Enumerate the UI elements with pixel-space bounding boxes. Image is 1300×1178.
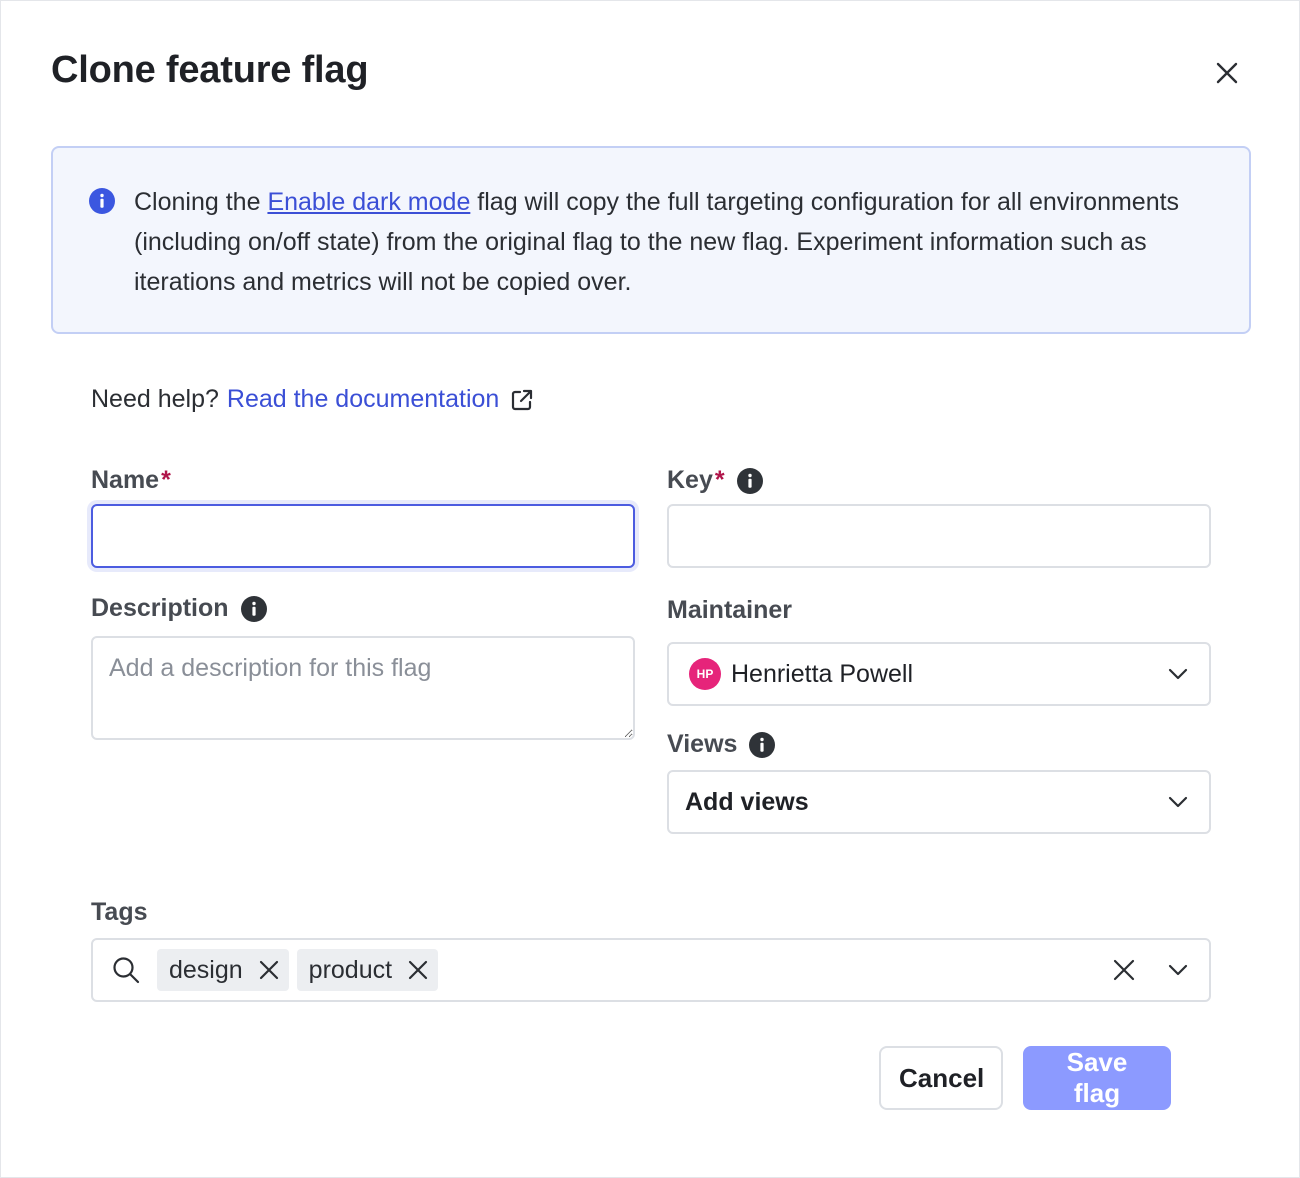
maintainer-select[interactable]: HP Henrietta Powell xyxy=(667,642,1211,706)
info-icon xyxy=(89,188,115,214)
source-flag-link[interactable]: Enable dark mode xyxy=(267,188,470,216)
cancel-button[interactable]: Cancel xyxy=(879,1046,1003,1110)
info-text-before: Cloning the xyxy=(134,188,268,216)
clear-tags-icon[interactable] xyxy=(1113,959,1135,981)
maintainer-label-text: Maintainer xyxy=(667,596,793,624)
remove-tag-icon[interactable] xyxy=(259,960,279,980)
key-required-marker: * xyxy=(714,466,725,494)
name-required-marker: * xyxy=(161,466,171,494)
help-prefix: Need help? xyxy=(91,385,219,413)
views-info-icon[interactable] xyxy=(749,731,776,758)
info-text: Cloning the Enable dark mode flag will c… xyxy=(134,182,1224,302)
info-callout: Cloning the Enable dark mode flag will c… xyxy=(51,146,1251,334)
avatar: HP xyxy=(689,658,721,690)
views-label: Views xyxy=(667,730,776,759)
description-textarea[interactable] xyxy=(91,636,635,740)
close-button[interactable] xyxy=(1207,53,1247,93)
tags-multiselect[interactable]: design product xyxy=(91,938,1211,1002)
documentation-link[interactable]: Read the documentation xyxy=(227,385,499,414)
external-link-icon[interactable] xyxy=(509,387,535,413)
views-select[interactable]: Add views xyxy=(667,770,1211,834)
key-info-icon[interactable] xyxy=(736,467,763,494)
tags-label: Tags xyxy=(91,898,148,927)
tag-chip-label: product xyxy=(308,955,393,984)
remove-tag-icon[interactable] xyxy=(408,960,428,980)
maintainer-label: Maintainer xyxy=(667,596,792,625)
key-label: Key * xyxy=(667,466,763,495)
tag-chip-product: product xyxy=(296,949,439,991)
search-icon xyxy=(111,955,141,985)
chevron-down-icon xyxy=(1167,663,1189,685)
views-value: Add views xyxy=(685,787,809,816)
tag-chip-label: design xyxy=(169,955,243,984)
description-info-icon[interactable] xyxy=(240,595,267,622)
close-icon xyxy=(1216,62,1238,84)
help-row: Need help? Read the documentation xyxy=(91,385,535,414)
key-input[interactable] xyxy=(667,504,1211,568)
maintainer-value: Henrietta Powell xyxy=(731,659,914,688)
name-input[interactable] xyxy=(91,504,635,568)
chevron-down-icon[interactable] xyxy=(1167,959,1189,981)
clone-flag-dialog: Clone feature flag Cloning the Enable da… xyxy=(0,0,1300,1178)
name-label: Name * xyxy=(91,466,171,495)
description-label: Description xyxy=(91,594,267,623)
name-label-text: Name xyxy=(91,466,160,494)
tags-label-text: Tags xyxy=(91,898,148,926)
key-label-text: Key xyxy=(667,466,713,494)
tag-chip-design: design xyxy=(157,949,289,991)
chevron-down-icon xyxy=(1167,791,1189,813)
save-flag-button[interactable]: Save flag xyxy=(1023,1046,1171,1110)
views-label-text: Views xyxy=(667,730,738,758)
dialog-title: Clone feature flag xyxy=(51,49,369,91)
description-label-text: Description xyxy=(91,594,229,622)
